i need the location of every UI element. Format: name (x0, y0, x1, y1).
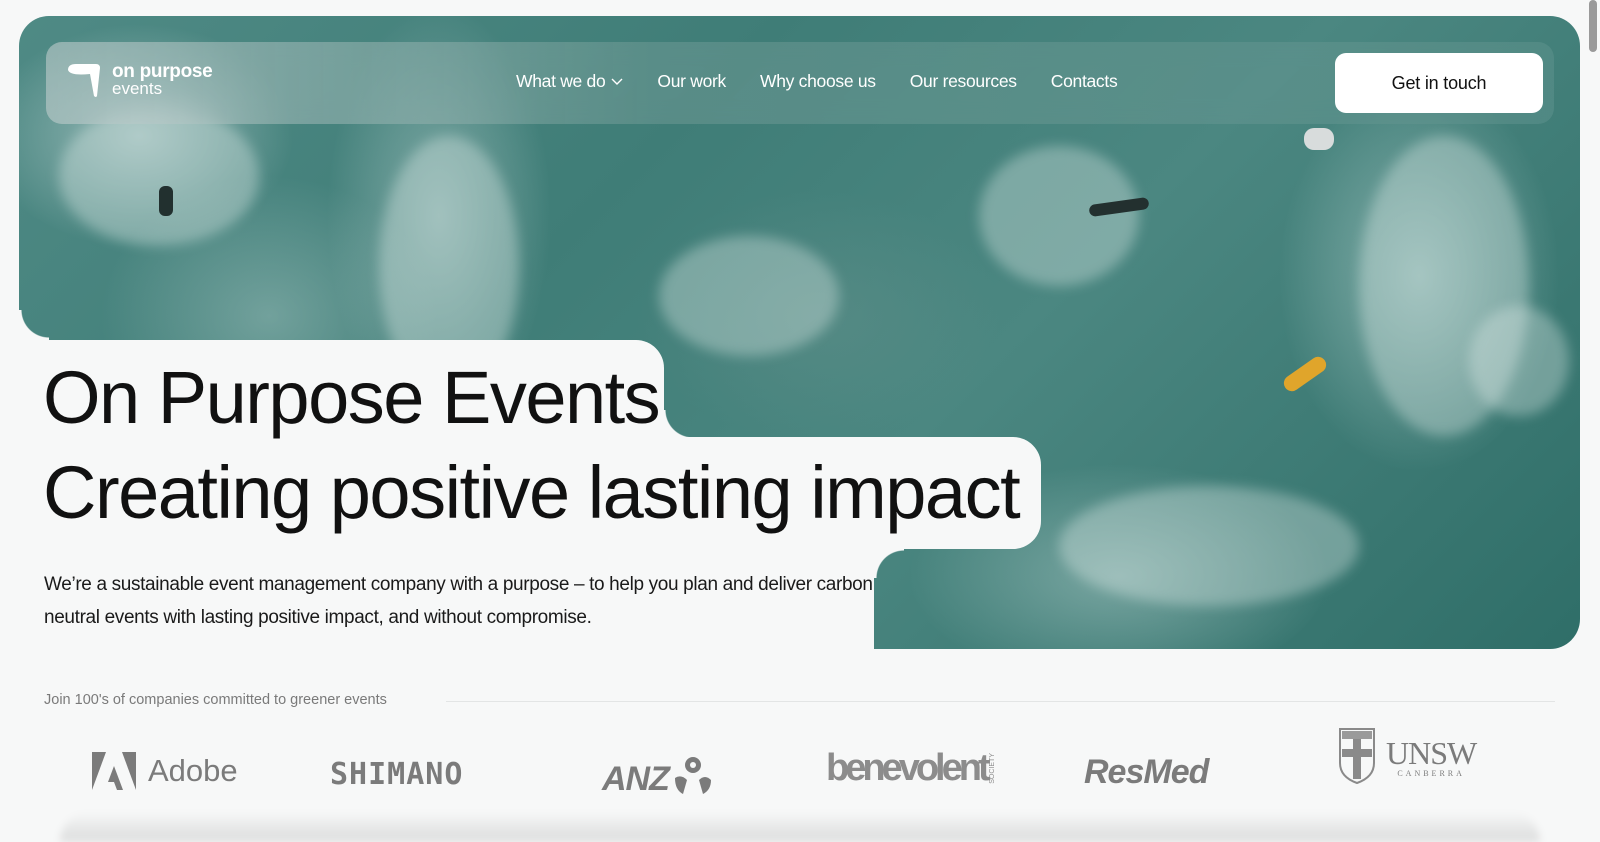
client-logo-shimano: SHIMANO (330, 757, 463, 792)
unsw-crest-icon (1339, 728, 1375, 785)
page-subtitle: Creating positive lasting impact (43, 451, 1021, 534)
main-menu: What we do Our work Why choose us Our re… (516, 71, 1118, 92)
nav-our-resources[interactable]: Our resources (910, 71, 1017, 92)
hero-description: We’re a sustainable event management com… (44, 574, 873, 628)
client-logo-resmed: ResMed (1084, 753, 1209, 792)
divider (446, 701, 1555, 702)
clients-heading: Join 100's of companies committed to gre… (44, 692, 387, 708)
logo[interactable]: on purpose events (66, 61, 213, 98)
surfer (1304, 128, 1334, 150)
benevolent-society: SOCIETY (988, 753, 996, 784)
nav-what-we-do[interactable]: What we do (516, 71, 623, 92)
unsw-wordmark: UNSW (1386, 734, 1477, 771)
benevolent-wordmark: benevolent (826, 747, 991, 789)
nav-contacts[interactable]: Contacts (1051, 71, 1118, 92)
nav-what-we-do-label: What we do (516, 71, 606, 91)
panel-corner (663, 410, 693, 440)
surfer (159, 186, 173, 216)
scrollbar[interactable] (1589, 0, 1597, 52)
client-logos: Adobe SHIMANO ANZ benevolent SOCIETY Res… (0, 728, 1600, 805)
get-in-touch-button[interactable]: Get in touch (1335, 53, 1543, 113)
logo-line1: on purpose (112, 61, 213, 82)
unsw-canberra: CANBERRA (1397, 768, 1465, 778)
client-logo-adobe: Adobe (92, 752, 238, 790)
adobe-wordmark: Adobe (148, 753, 238, 788)
adobe-icon (92, 752, 136, 790)
anz-wordmark: ANZ (602, 760, 670, 798)
panel-corner (19, 310, 49, 340)
page-title: On Purpose Events (43, 356, 661, 439)
nav-our-work[interactable]: Our work (657, 71, 726, 92)
shimano-wordmark: SHIMANO (330, 757, 464, 792)
nav-why-choose-us[interactable]: Why choose us (760, 71, 876, 92)
client-logo-benevolent: benevolent SOCIETY (826, 747, 996, 790)
client-logo-unsw: UNSW CANBERRA (1338, 727, 1477, 787)
logo-mark-icon (68, 64, 100, 97)
next-section-edge (60, 812, 1540, 842)
chevron-down-icon (611, 78, 623, 85)
surfboard (1280, 353, 1330, 395)
logo-line2: events (112, 79, 163, 98)
resmed-wordmark: ResMed (1084, 753, 1209, 791)
anz-people-icon (674, 756, 711, 794)
client-logo-anz: ANZ (602, 752, 713, 799)
